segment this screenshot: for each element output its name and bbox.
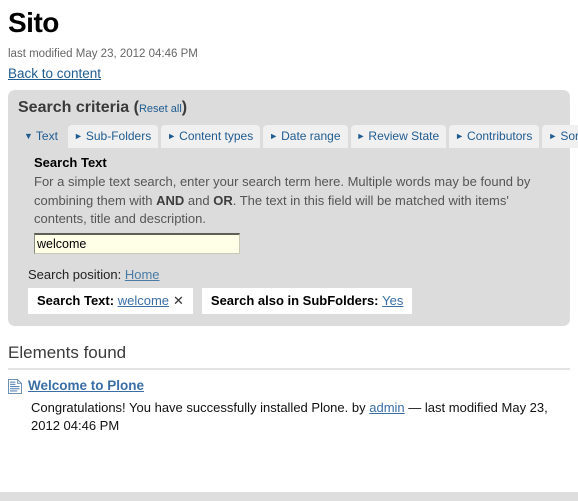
criteria-tabs: ▼ Text ► Sub-Folders ► Content types ► Date … (18, 125, 578, 149)
tab-sort[interactable]: ►Sort (542, 125, 578, 149)
tab-contributors-label: Contributors (467, 129, 533, 144)
search-text-label: Search Text (34, 155, 107, 171)
document-icon (8, 379, 22, 395)
active-criteria-list: Search Text: welcome ✕ Search also in Sub… (28, 287, 560, 315)
results-section: Elements found Welcome to Plone Congratu… (0, 344, 578, 436)
list-item: Welcome to Plone (8, 377, 570, 395)
result-description: Congratulations! You have successfully i… (31, 399, 567, 437)
triangle-right-icon: ► (73, 131, 83, 142)
triangle-right-icon: ► (548, 131, 558, 142)
tab-sub-folders[interactable]: ► Sub-Folders (67, 125, 159, 149)
reset-all-link[interactable]: Reset all (139, 103, 182, 115)
result-description-text: Congratulations! You have successfully i… (31, 399, 349, 415)
results-divider (8, 368, 570, 371)
tab-text-label: Text (35, 129, 58, 144)
search-criteria-heading: Search criteria (Reset all) (18, 99, 560, 117)
search-position-home-link[interactable]: Home (125, 267, 160, 282)
result-author-link[interactable]: admin (369, 400, 404, 415)
search-position-label: Search position: (28, 266, 122, 282)
tab-contributors[interactable]: ► Contributors (449, 125, 540, 149)
search-criteria-heading-text: Search criteria (18, 98, 130, 116)
tab-content-types[interactable]: ► Content types (161, 125, 261, 149)
result-by-label: by (351, 399, 366, 415)
page-title: Sito (8, 7, 59, 38)
criterion-search-text: Search Text: welcome ✕ (28, 287, 193, 315)
remove-criterion-icon[interactable]: ✕ (173, 293, 184, 308)
tab-date-range-label: Date range (281, 129, 341, 144)
document-byline: last modified May 23, 2012 04:46 PM (8, 47, 198, 60)
bottom-band (0, 492, 578, 501)
criterion-subfolders-value[interactable]: Yes (382, 293, 403, 308)
result-dash: — (408, 399, 422, 415)
triangle-right-icon: ► (356, 131, 366, 142)
help-operator-or: OR (213, 192, 233, 208)
tab-review-state[interactable]: ► Review State (350, 125, 447, 149)
paren-close: ) (181, 98, 188, 116)
criterion-search-text-label: Search Text: (37, 292, 115, 308)
criterion-search-text-value[interactable]: welcome (118, 293, 169, 308)
search-text-input[interactable] (34, 232, 240, 254)
search-text-panel: Search Text For a simple text search, en… (18, 150, 560, 254)
results-heading: Elements found (8, 343, 127, 363)
criterion-subfolders-label: Search also in SubFolders: (210, 292, 379, 308)
search-text-help: For a simple text search, enter your sea… (34, 173, 542, 228)
help-mid: and (184, 192, 214, 208)
tab-sub-folders-label: Sub-Folders (85, 129, 152, 144)
triangle-down-icon: ▼ (24, 131, 33, 142)
tab-content-types-label: Content types (179, 129, 254, 144)
search-criteria-panel: Search criteria (Reset all) ▼ Text ► Sub-F… (8, 89, 578, 327)
criterion-subfolders: Search also in SubFolders: Yes (201, 287, 413, 315)
triangle-right-icon: ► (269, 131, 279, 142)
tab-review-state-label: Review State (368, 129, 440, 144)
tab-sort-label: Sort (560, 129, 578, 144)
back-to-content-link[interactable]: Back to content (8, 66, 101, 81)
help-operator-and: AND (156, 192, 185, 208)
search-position: Search position: Home (28, 267, 560, 282)
page-header: Sito last modified May 23, 2012 04:46 PM… (0, 0, 578, 90)
triangle-right-icon: ► (455, 131, 465, 142)
tab-date-range[interactable]: ► Date range (263, 125, 348, 149)
tab-text[interactable]: ▼ Text (18, 125, 65, 148)
triangle-right-icon: ► (167, 131, 177, 142)
result-title-link[interactable]: Welcome to Plone (28, 377, 144, 395)
